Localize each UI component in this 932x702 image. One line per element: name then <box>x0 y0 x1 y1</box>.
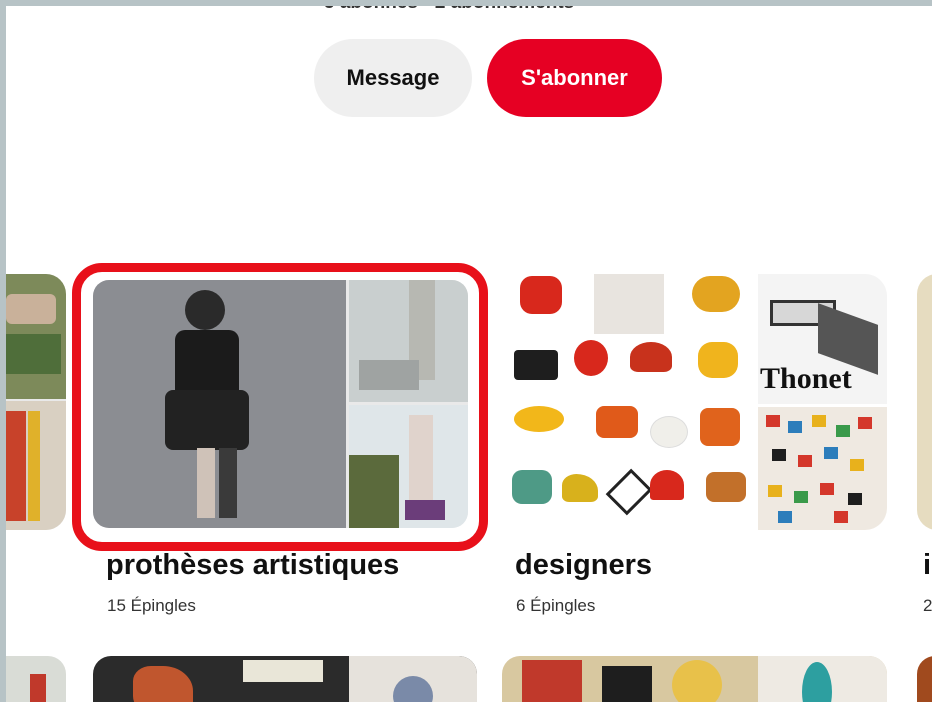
board-cover-image <box>758 407 887 530</box>
board-cover[interactable] <box>917 274 932 530</box>
board-cover[interactable] <box>502 656 887 702</box>
follower-stats: 5 abonnés · 2 abonnements <box>324 6 664 14</box>
board-title[interactable]: designers <box>515 549 652 582</box>
message-button[interactable]: Message <box>314 39 472 117</box>
board-cover-main-image <box>93 280 346 528</box>
board-cover[interactable] <box>93 280 468 528</box>
board-cover-image <box>6 274 66 399</box>
profile-page: 5 abonnés · 2 abonnements Message S'abon… <box>6 6 932 702</box>
board-title[interactable]: prothèses artistiques <box>106 549 399 582</box>
board-cover-main-image <box>502 274 755 530</box>
poster-word: Thonet <box>760 362 852 395</box>
board-pin-count: 2 <box>923 596 932 615</box>
board-pin-count: 6 Épingles <box>516 596 596 615</box>
board-cover-image <box>349 280 468 402</box>
board-cover[interactable] <box>6 274 66 530</box>
board-cover-image <box>349 405 468 528</box>
board-cover[interactable]: Thonet <box>502 274 887 530</box>
board-cover-image: Thonet <box>758 274 887 404</box>
board-cover[interactable] <box>917 656 932 702</box>
follow-button[interactable]: S'abonner <box>487 39 662 117</box>
board-cover[interactable] <box>93 656 477 702</box>
board-cover-image <box>6 401 66 530</box>
board-cover[interactable] <box>6 656 66 702</box>
board-pin-count: 15 Épingles <box>107 596 196 615</box>
board-title[interactable]: i <box>923 549 931 582</box>
